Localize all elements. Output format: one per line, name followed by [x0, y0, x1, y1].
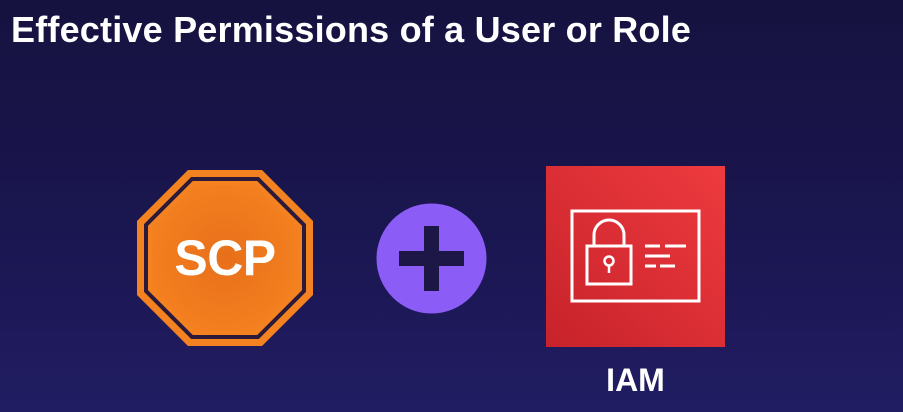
- scp-octagon-icon: SCP: [135, 168, 315, 348]
- iam-padlock-card-icon: [546, 166, 725, 347]
- iam-label: IAM: [606, 362, 665, 398]
- plus-icon: [376, 203, 487, 314]
- slide-title: Effective Permissions of a User or Role: [11, 9, 692, 50]
- scp-label: SCP: [174, 230, 276, 286]
